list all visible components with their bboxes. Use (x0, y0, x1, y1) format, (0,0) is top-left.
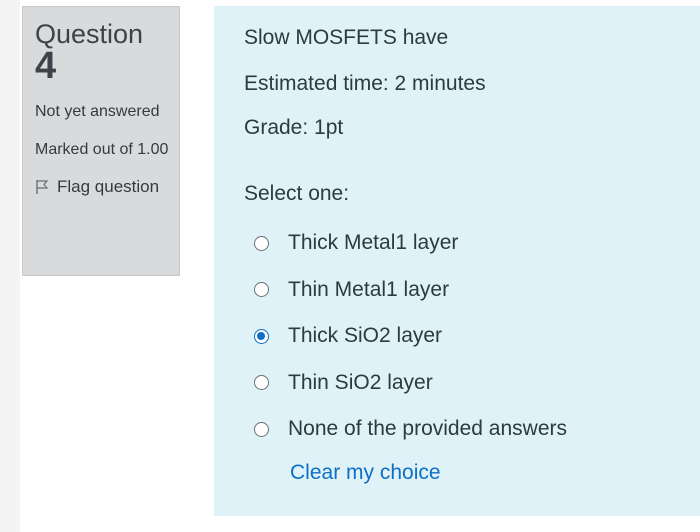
answer-label: Thick SiO2 layer (288, 324, 443, 348)
radio-button[interactable] (254, 375, 269, 391)
answer-option[interactable]: Thick Metal1 layer (254, 220, 674, 267)
flag-question-label: Flag question (57, 177, 160, 196)
select-one-prompt: Select one: (244, 182, 350, 205)
question-number: 4 (35, 45, 57, 87)
flag-question-link[interactable]: Flag question (35, 177, 169, 197)
radio-button[interactable] (254, 235, 269, 251)
grade-text: Grade: 1pt (244, 116, 344, 139)
flag-icon (35, 179, 49, 195)
answer-options: Thick Metal1 layer Thin Metal1 layer Thi… (254, 220, 674, 453)
answer-label: None of the provided answers (288, 417, 567, 441)
question-text: Slow MOSFETS have (244, 26, 449, 49)
radio-button[interactable] (254, 282, 269, 298)
radio-button-selected[interactable] (254, 328, 269, 344)
radio-button[interactable] (254, 421, 269, 437)
question-info-panel: Question 4 Not yet answered Marked out o… (22, 6, 180, 276)
answer-label: Thin Metal1 layer (288, 277, 450, 301)
marked-out-of: Marked out of 1.00 (35, 141, 169, 158)
answer-option[interactable]: Thin SiO2 layer (254, 360, 674, 407)
answer-option[interactable]: None of the provided answers (254, 406, 674, 453)
left-margin (0, 0, 20, 532)
question-content: Slow MOSFETS have Estimated time: 2 minu… (214, 6, 700, 516)
clear-choice-link[interactable]: Clear my choice (290, 461, 441, 485)
estimated-time: Estimated time: 2 minutes (244, 72, 486, 95)
answer-state: Not yet answered (35, 103, 160, 120)
answer-option[interactable]: Thin Metal1 layer (254, 267, 674, 314)
answer-option[interactable]: Thick SiO2 layer (254, 313, 674, 360)
answer-label: Thin SiO2 layer (288, 370, 433, 394)
answer-label: Thick Metal1 layer (288, 231, 459, 255)
